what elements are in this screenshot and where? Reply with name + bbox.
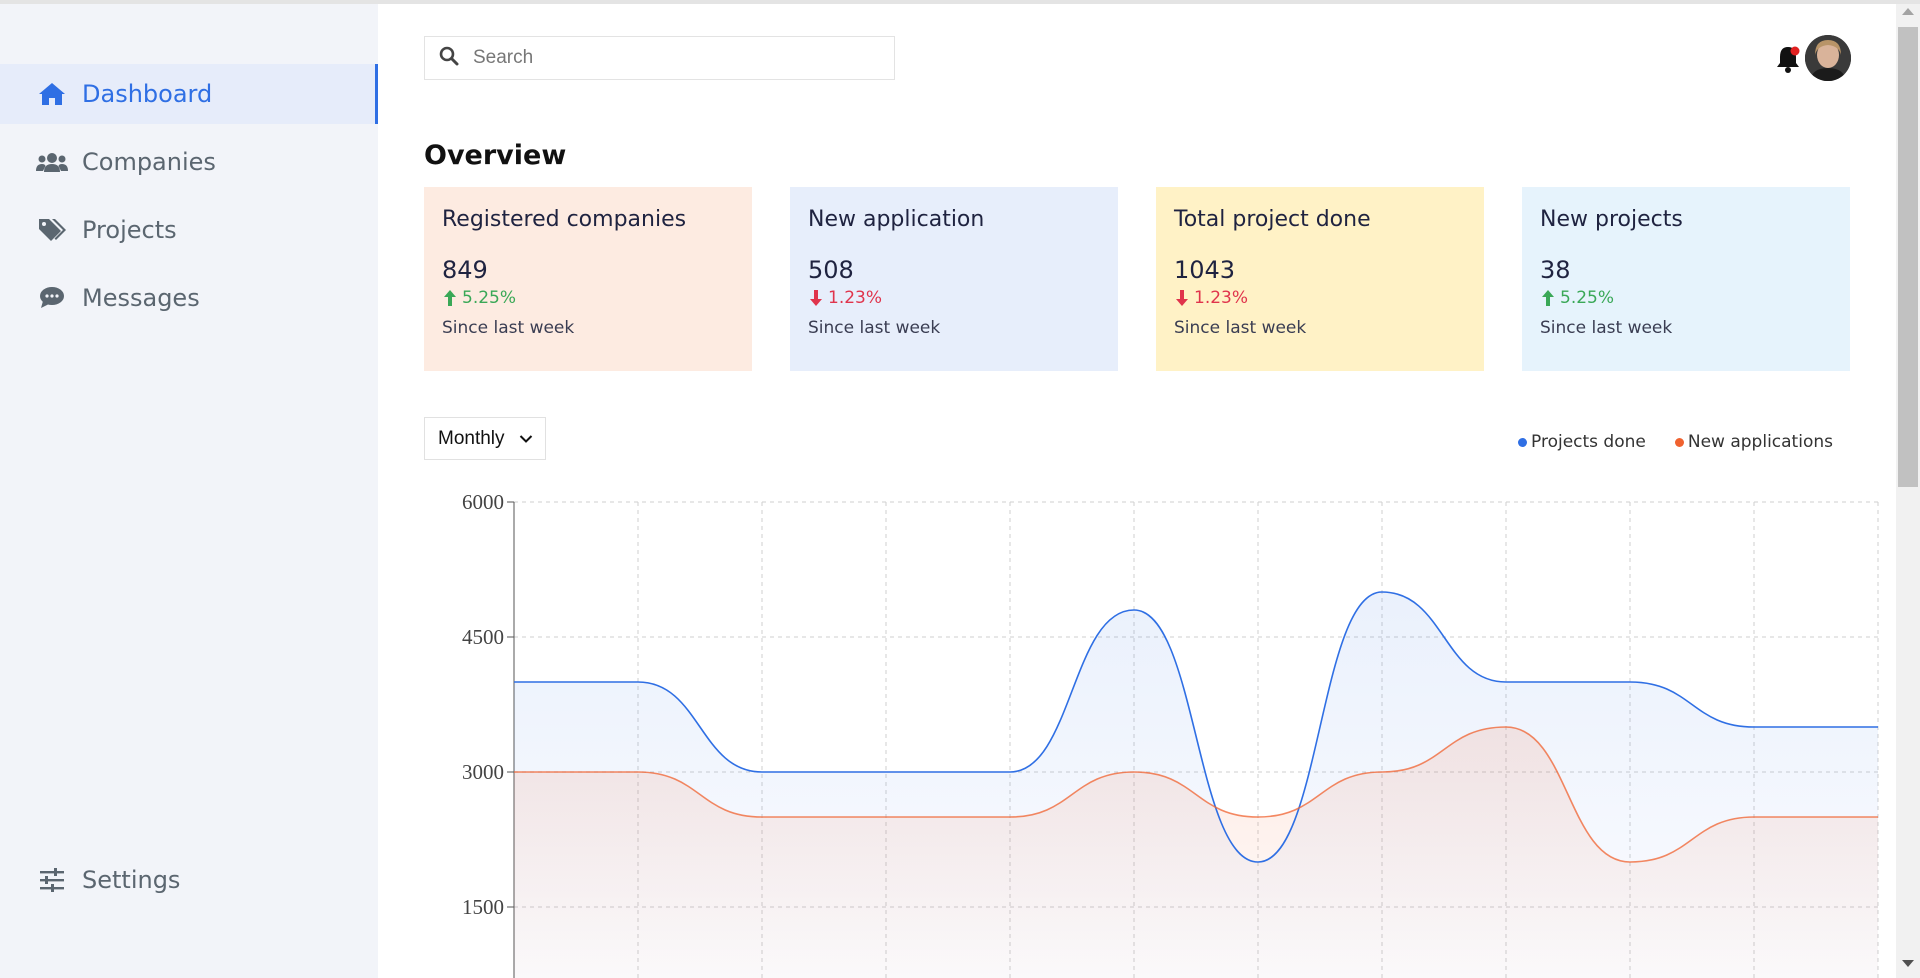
stat-card-registered-companies: Registered companies 849 5.25% Since las…	[424, 187, 752, 371]
sidebar-item-messages[interactable]: Messages	[0, 268, 378, 328]
sidebar-item-label: Projects	[82, 216, 177, 244]
sliders-icon	[36, 864, 68, 896]
sidebar-item-label: Messages	[82, 284, 200, 312]
y-tick-label: 4500	[462, 625, 504, 649]
period-select-value: Monthly	[438, 427, 505, 449]
card-title: Registered companies	[442, 207, 687, 232]
legend-label: New applications	[1687, 432, 1833, 452]
y-tick-label: 3000	[462, 760, 504, 784]
card-change-value: 5.25%	[462, 288, 517, 308]
card-change: 5.25%	[1540, 288, 1832, 308]
card-change-value: 1.23%	[828, 288, 883, 308]
scrollbar-thumb[interactable]	[1898, 27, 1918, 487]
arrow-down-icon	[810, 290, 822, 306]
y-tick-label: 6000	[462, 490, 504, 514]
sidebar-item-projects[interactable]: Projects	[0, 200, 378, 260]
card-change: 1.23%	[1174, 288, 1466, 308]
search-icon	[439, 46, 459, 71]
stat-card-total-project-done: Total project done 1043 1.23% Since last…	[1156, 187, 1484, 371]
card-title: New application	[808, 207, 985, 232]
card-value: 508	[808, 256, 854, 284]
chart-legend: Projects done New applications	[1518, 432, 1862, 452]
card-value: 849	[442, 256, 488, 284]
card-change-value: 5.25%	[1560, 288, 1615, 308]
sidebar: Dashboard Companies Projects Messages Se…	[0, 4, 378, 978]
chevron-down-icon	[519, 434, 532, 443]
sidebar-item-settings[interactable]: Settings	[0, 850, 378, 910]
card-since: Since last week	[1174, 318, 1307, 338]
main-content: Overview Registered companies 849 5.25% …	[378, 4, 1896, 978]
card-title: New projects	[1540, 207, 1683, 232]
home-icon	[36, 78, 68, 110]
arrow-up-icon	[1542, 290, 1554, 306]
arrow-down-icon	[1176, 290, 1188, 306]
card-since: Since last week	[808, 318, 941, 338]
legend-item-projects-done[interactable]: Projects done	[1518, 432, 1646, 452]
sidebar-item-dashboard[interactable]: Dashboard	[0, 64, 378, 124]
users-icon	[36, 146, 68, 178]
y-tick-label: 1500	[462, 895, 504, 919]
stat-card-new-application: New application 508 1.23% Since last wee…	[790, 187, 1118, 371]
card-title: Total project done	[1174, 207, 1371, 232]
search-input[interactable]	[473, 47, 853, 69]
notification-button[interactable]	[1774, 44, 1802, 74]
stat-card-new-projects: New projects 38 5.25% Since last week	[1522, 187, 1850, 371]
sidebar-item-label: Settings	[82, 866, 181, 894]
card-change-value: 1.23%	[1194, 288, 1249, 308]
card-value: 1043	[1174, 256, 1236, 284]
arrow-up-icon	[444, 290, 456, 306]
sidebar-item-companies[interactable]: Companies	[0, 132, 378, 192]
card-since: Since last week	[442, 318, 575, 338]
period-select[interactable]: Monthly	[424, 417, 546, 460]
legend-item-new-applications[interactable]: New applications	[1674, 432, 1833, 452]
sidebar-item-label: Companies	[82, 148, 216, 176]
scroll-up-arrow-icon[interactable]	[1902, 8, 1914, 15]
card-since: Since last week	[1540, 318, 1673, 338]
tags-icon	[36, 214, 68, 246]
comment-icon	[36, 282, 68, 314]
scroll-down-arrow-icon[interactable]	[1902, 960, 1914, 967]
area-chart: 6000 4500 3000 1500	[462, 490, 1879, 978]
legend-dot	[1518, 437, 1527, 447]
card-change: 1.23%	[808, 288, 1100, 308]
card-change: 5.25%	[442, 288, 734, 308]
legend-dot	[1674, 437, 1684, 447]
legend-label: Projects done	[1531, 432, 1646, 452]
card-value: 38	[1540, 256, 1571, 284]
overview-title: Overview	[424, 140, 567, 171]
search-box[interactable]	[424, 36, 895, 80]
sidebar-item-label: Dashboard	[82, 80, 213, 108]
bell-icon	[1774, 46, 1802, 78]
avatar[interactable]	[1805, 35, 1851, 81]
